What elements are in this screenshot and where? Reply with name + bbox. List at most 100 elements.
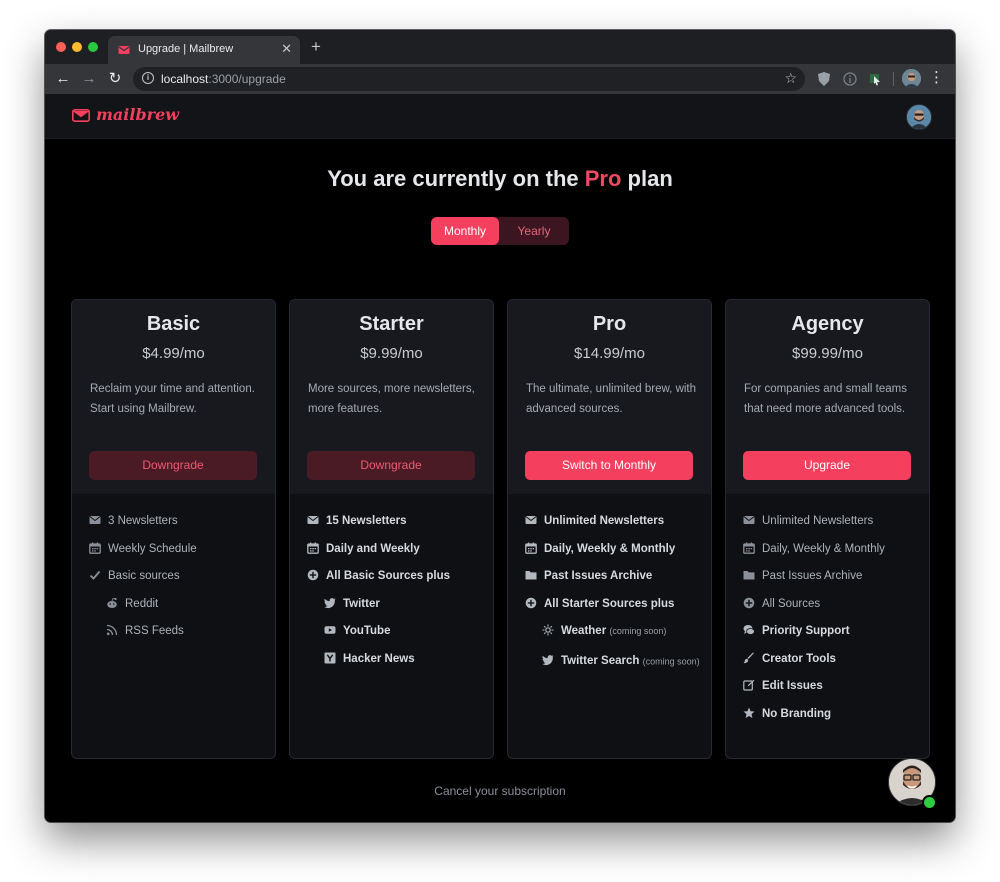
plan-card-header: Basic $4.99/mo Reclaim your time and att… xyxy=(72,300,275,494)
plan-features: Unlimited Newsletters Daily, Weekly & Mo… xyxy=(743,514,923,734)
plus-circle-icon xyxy=(307,569,319,581)
toolbar-separator xyxy=(893,72,894,86)
title-suffix: plan xyxy=(621,166,673,191)
mail-icon xyxy=(525,516,537,524)
cursor-extension-icon[interactable] xyxy=(868,71,884,87)
plan-price: $14.99/mo xyxy=(574,345,645,362)
back-arrow-icon[interactable]: ← xyxy=(54,70,72,88)
check-icon xyxy=(89,570,101,580)
browser-profile-avatar[interactable] xyxy=(902,69,921,88)
mail-icon xyxy=(743,516,755,524)
forward-arrow-icon[interactable]: → xyxy=(80,70,98,88)
plan-card-header: Pro $14.99/mo The ultimate, unlimited br… xyxy=(508,300,711,494)
feature-item: All Sources xyxy=(743,597,923,625)
sun-icon xyxy=(542,624,554,636)
window-zoom-button[interactable] xyxy=(88,42,98,52)
plan-card-starter: Starter $9.99/mo More sources, more news… xyxy=(289,299,494,759)
mail-icon xyxy=(89,516,101,524)
browser-menu-icon[interactable]: ⋮ xyxy=(929,69,944,87)
downgrade-basic-button[interactable]: Downgrade xyxy=(89,451,257,480)
billing-period-toggle: Monthly Yearly xyxy=(431,217,569,245)
plus-circle-icon xyxy=(743,597,755,608)
plan-card-header: Starter $9.99/mo More sources, more news… xyxy=(290,300,493,494)
plan-description: Reclaim your time and attention. Start u… xyxy=(90,383,255,415)
star-icon xyxy=(743,707,755,718)
feature-item: 3 Newsletters xyxy=(89,514,269,542)
plan-name: Agency xyxy=(791,313,864,335)
app-logo[interactable]: mailbrew xyxy=(96,105,179,124)
plan-card-basic: Basic $4.99/mo Reclaim your time and att… xyxy=(71,299,276,759)
cancel-subscription-link[interactable]: Cancel your subscription xyxy=(45,784,955,798)
plan-name: Basic xyxy=(146,313,201,335)
plan-features: Unlimited Newsletters Daily, Weekly & Mo… xyxy=(525,514,705,686)
feature-item: Twitter xyxy=(307,597,487,625)
twitter-icon xyxy=(542,655,554,666)
url-path: :3000/upgrade xyxy=(208,72,286,86)
page-title: You are currently on the Pro plan xyxy=(45,166,955,192)
ublock-extension-icon[interactable] xyxy=(816,71,832,87)
plan-price: $99.99/mo xyxy=(792,345,863,362)
feature-item: All Basic Sources plus xyxy=(307,569,487,597)
plan-description: More sources, more newsletters, more fea… xyxy=(308,383,475,415)
plan-card-pro: Pro $14.99/mo The ultimate, unlimited br… xyxy=(507,299,712,759)
feature-item: Unlimited Newsletters xyxy=(525,514,705,542)
reddit-icon xyxy=(107,597,117,608)
calendar-icon xyxy=(307,542,319,554)
feature-item: No Branding xyxy=(743,707,923,735)
tab-title: Upgrade | Mailbrew xyxy=(138,43,234,55)
upgrade-agency-button[interactable]: Upgrade xyxy=(743,451,911,480)
browser-tab[interactable]: Upgrade | Mailbrew ✕ xyxy=(108,36,300,64)
feature-item: Daily, Weekly & Monthly xyxy=(525,542,705,570)
edit-icon xyxy=(743,679,755,691)
calendar-icon xyxy=(743,542,755,554)
plan-features: 15 Newsletters Daily and Weekly All Basi… xyxy=(307,514,487,679)
plan-name: Starter xyxy=(359,313,424,335)
feature-item: Priority Support xyxy=(743,624,923,652)
switch-to-monthly-button[interactable]: Switch to Monthly xyxy=(525,451,693,480)
site-info-icon[interactable]: i xyxy=(142,72,154,84)
feature-item: Daily and Weekly xyxy=(307,542,487,570)
feature-item: YouTube xyxy=(307,624,487,652)
window-minimize-button[interactable] xyxy=(72,42,82,52)
browser-toolbar: ← → ↻ i localhost:3000/upgrade ☆ ⋮ xyxy=(45,64,955,94)
url-host: localhost xyxy=(161,72,209,86)
yearly-toggle-button[interactable]: Yearly xyxy=(499,217,569,245)
feature-item: Past Issues Archive xyxy=(743,569,923,597)
feature-item: Edit Issues xyxy=(743,679,923,707)
feature-item: Weather (coming soon) xyxy=(525,624,705,652)
plan-card-agency: Agency $99.99/mo For companies and small… xyxy=(725,299,930,759)
browser-window: Upgrade | Mailbrew ✕ + ← → ↻ i localhost… xyxy=(45,30,955,822)
feature-item: Creator Tools xyxy=(743,652,923,680)
mail-icon xyxy=(307,516,319,524)
plan-description: For companies and small teams that need … xyxy=(744,383,907,415)
window-close-button[interactable] xyxy=(56,42,66,52)
feature-item: Daily, Weekly & Monthly xyxy=(743,542,923,570)
tab-close-icon[interactable]: ✕ xyxy=(281,41,292,57)
plan-description: The ultimate, unlimited brew, with advan… xyxy=(526,383,697,415)
brush-icon xyxy=(743,652,754,663)
twitter-icon xyxy=(324,597,336,608)
feature-item: 15 Newsletters xyxy=(307,514,487,542)
youtube-icon xyxy=(324,626,336,634)
calendar-icon xyxy=(89,542,101,554)
feature-item: RSS Feeds xyxy=(89,624,269,652)
current-plan-name: Pro xyxy=(584,166,622,191)
new-tab-icon[interactable]: + xyxy=(311,38,321,55)
address-bar[interactable]: i localhost:3000/upgrade ☆ xyxy=(133,67,805,91)
folder-icon xyxy=(525,571,537,580)
monthly-toggle-button[interactable]: Monthly xyxy=(431,217,499,245)
app-header: mailbrew xyxy=(45,94,955,139)
title-prefix: You are currently on the xyxy=(327,166,585,191)
plan-name: Pro xyxy=(592,313,627,335)
feature-item: Past Issues Archive xyxy=(525,569,705,597)
reload-icon[interactable]: ↻ xyxy=(106,70,124,88)
online-status-indicator xyxy=(922,795,937,810)
downgrade-starter-button[interactable]: Downgrade xyxy=(307,451,475,480)
user-avatar[interactable] xyxy=(906,104,932,130)
rss-icon xyxy=(106,624,118,636)
extension-info-icon[interactable] xyxy=(842,71,858,87)
folder-icon xyxy=(743,571,755,580)
mailbrew-logo-icon[interactable] xyxy=(72,109,90,122)
bookmark-star-icon[interactable]: ☆ xyxy=(784,70,797,87)
mailbrew-favicon-icon xyxy=(118,46,130,54)
